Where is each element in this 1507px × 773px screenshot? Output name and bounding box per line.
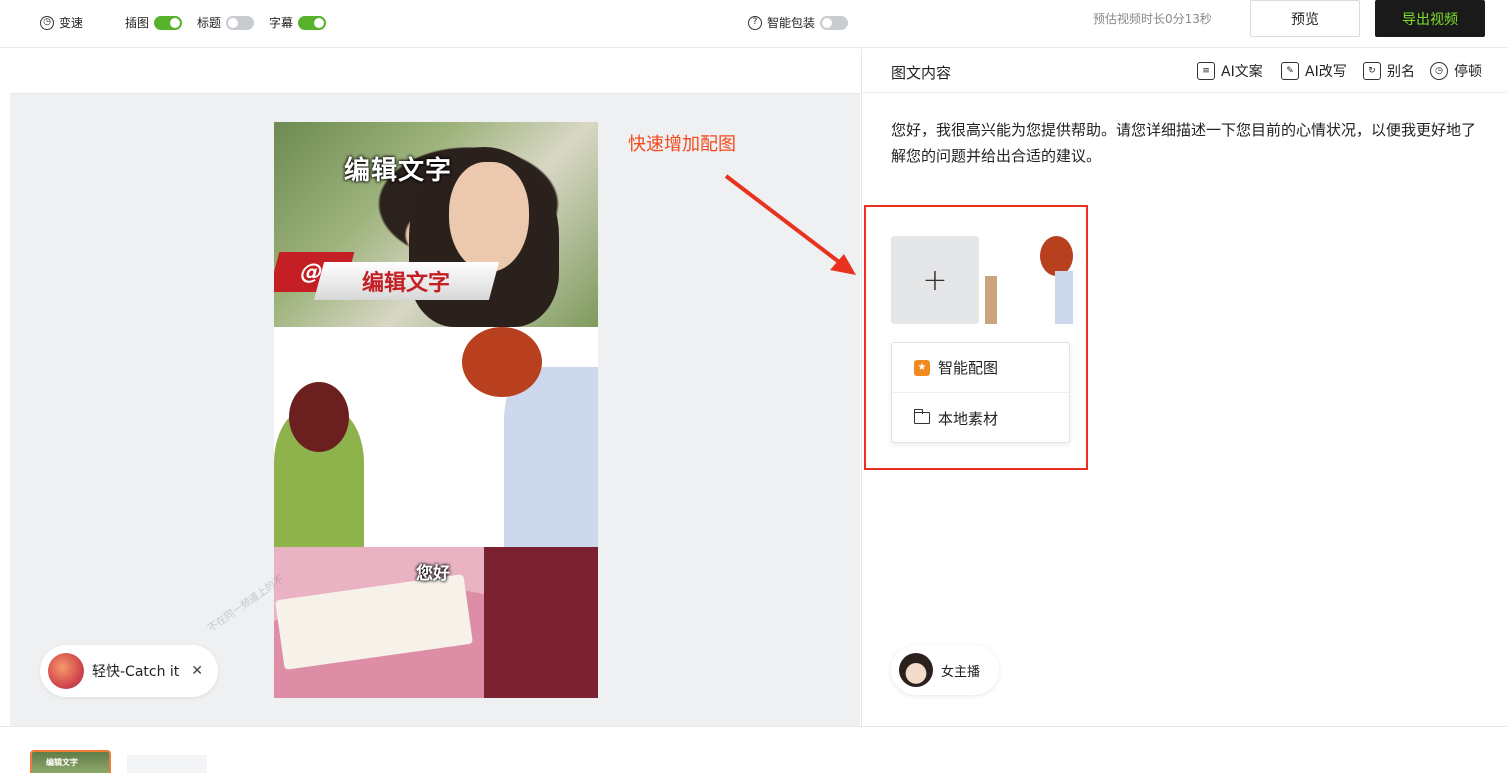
image-thumbnail[interactable] <box>985 236 1073 324</box>
alias-button[interactable]: ↻ 别名 <box>1363 61 1415 81</box>
preview-toolbar <box>10 49 860 94</box>
annotation-arrow-icon <box>724 174 856 275</box>
add-image-menu: ★ 智能配图 本地素材 <box>891 342 1070 443</box>
subtitle-toggle-group: 字幕 <box>269 14 327 31</box>
pause-button[interactable]: ◷ 停顿 <box>1430 61 1482 81</box>
smart-pack-toggle-group: ? 智能包装 <box>748 14 849 31</box>
speed-control[interactable]: ◷ 变速 <box>40 14 83 31</box>
alias-icon: ↻ <box>1363 62 1381 80</box>
insert-image-toggle[interactable] <box>154 15 183 30</box>
title-toggle[interactable] <box>226 15 255 30</box>
ai-copy-label: AI文案 <box>1221 64 1263 80</box>
smart-image-icon: ★ <box>914 359 930 376</box>
smart-pack-label: 智能包装 <box>767 16 816 30</box>
speed-label: 变速 <box>59 16 84 30</box>
menu-item-label: 智能配图 <box>938 359 999 377</box>
pause-label: 停顿 <box>1454 64 1482 80</box>
scene-hands-book: 您好 <box>274 547 598 698</box>
older-woman-head <box>289 382 349 452</box>
ai-copy-button[interactable]: ≡ AI文案 <box>1197 61 1263 81</box>
video-subtitle-text: 您好 <box>416 564 450 584</box>
ai-copy-icon: ≡ <box>1197 62 1215 80</box>
timeline-clip-text: 编辑文字 <box>46 758 78 767</box>
subtitle-toggle[interactable] <box>298 15 327 30</box>
subtitle-label: 字幕 <box>269 16 294 30</box>
anchor-label: 女主播 <box>941 664 981 680</box>
timeline-clip-empty[interactable] <box>127 755 207 773</box>
insert-image-toggle-group: 插图 <box>125 14 183 31</box>
help-icon[interactable]: ? <box>748 15 762 30</box>
annotation-text: 快速增加配图 <box>628 134 736 155</box>
timeline-clip-selected[interactable]: 编辑文字 <box>30 750 111 773</box>
smart-pack-toggle[interactable] <box>820 15 849 30</box>
content-panel-title: 图文内容 <box>891 64 952 82</box>
menu-item-smart-image[interactable]: ★ 智能配图 <box>892 343 1069 393</box>
anchor-avatar <box>899 653 933 687</box>
video-preview[interactable]: 编辑文字 @ 编辑文字 您好 <box>274 122 598 698</box>
portrait-face <box>449 162 529 272</box>
ai-rewrite-label: AI改写 <box>1305 64 1347 80</box>
preview-button[interactable]: 预览 <box>1250 0 1360 37</box>
scene-conversation <box>274 327 598 547</box>
folder-icon <box>914 409 930 424</box>
estimated-duration: 预估视频时长0分13秒 <box>1093 12 1212 26</box>
dress <box>484 547 598 698</box>
music-label: 轻快-Catch it <box>92 664 180 680</box>
title-label: 标题 <box>197 16 222 30</box>
thumb-figure-right <box>1055 271 1073 324</box>
background-music-chip[interactable]: 轻快-Catch it ✕ <box>40 645 218 697</box>
title-toggle-group: 标题 <box>197 14 255 31</box>
ai-rewrite-icon: ✎ <box>1281 62 1299 80</box>
scene-woman-portrait: 编辑文字 @ 编辑文字 <box>274 122 598 327</box>
insert-image-label: 插图 <box>125 16 150 30</box>
timeline <box>0 726 1507 773</box>
clock-icon: ◷ <box>1430 62 1448 80</box>
thumb-figure-head <box>1040 236 1073 276</box>
add-image-button[interactable]: + <box>891 236 979 324</box>
video-title-text[interactable]: 编辑文字 <box>344 150 452 187</box>
thumb-figure-left <box>985 276 997 324</box>
name-banner[interactable]: 编辑文字 <box>313 262 500 300</box>
younger-woman-head <box>462 327 542 397</box>
export-video-button[interactable]: 导出视频 <box>1375 0 1485 37</box>
close-icon[interactable]: ✕ <box>191 663 203 679</box>
music-cover-icon <box>48 653 84 689</box>
script-text[interactable]: 您好，我很高兴能为您提供帮助。请您详细描述一下您目前的心情状况，以便我更好地了解… <box>891 117 1476 169</box>
banner-text: 编辑文字 <box>362 271 451 296</box>
alias-label: 别名 <box>1387 64 1415 80</box>
speed-icon: ◷ <box>40 15 54 30</box>
voice-anchor-chip[interactable]: 女主播 <box>891 645 999 695</box>
menu-item-local-material[interactable]: 本地素材 <box>892 393 1069 443</box>
ai-rewrite-button[interactable]: ✎ AI改写 <box>1281 61 1347 81</box>
menu-item-label: 本地素材 <box>938 409 999 428</box>
